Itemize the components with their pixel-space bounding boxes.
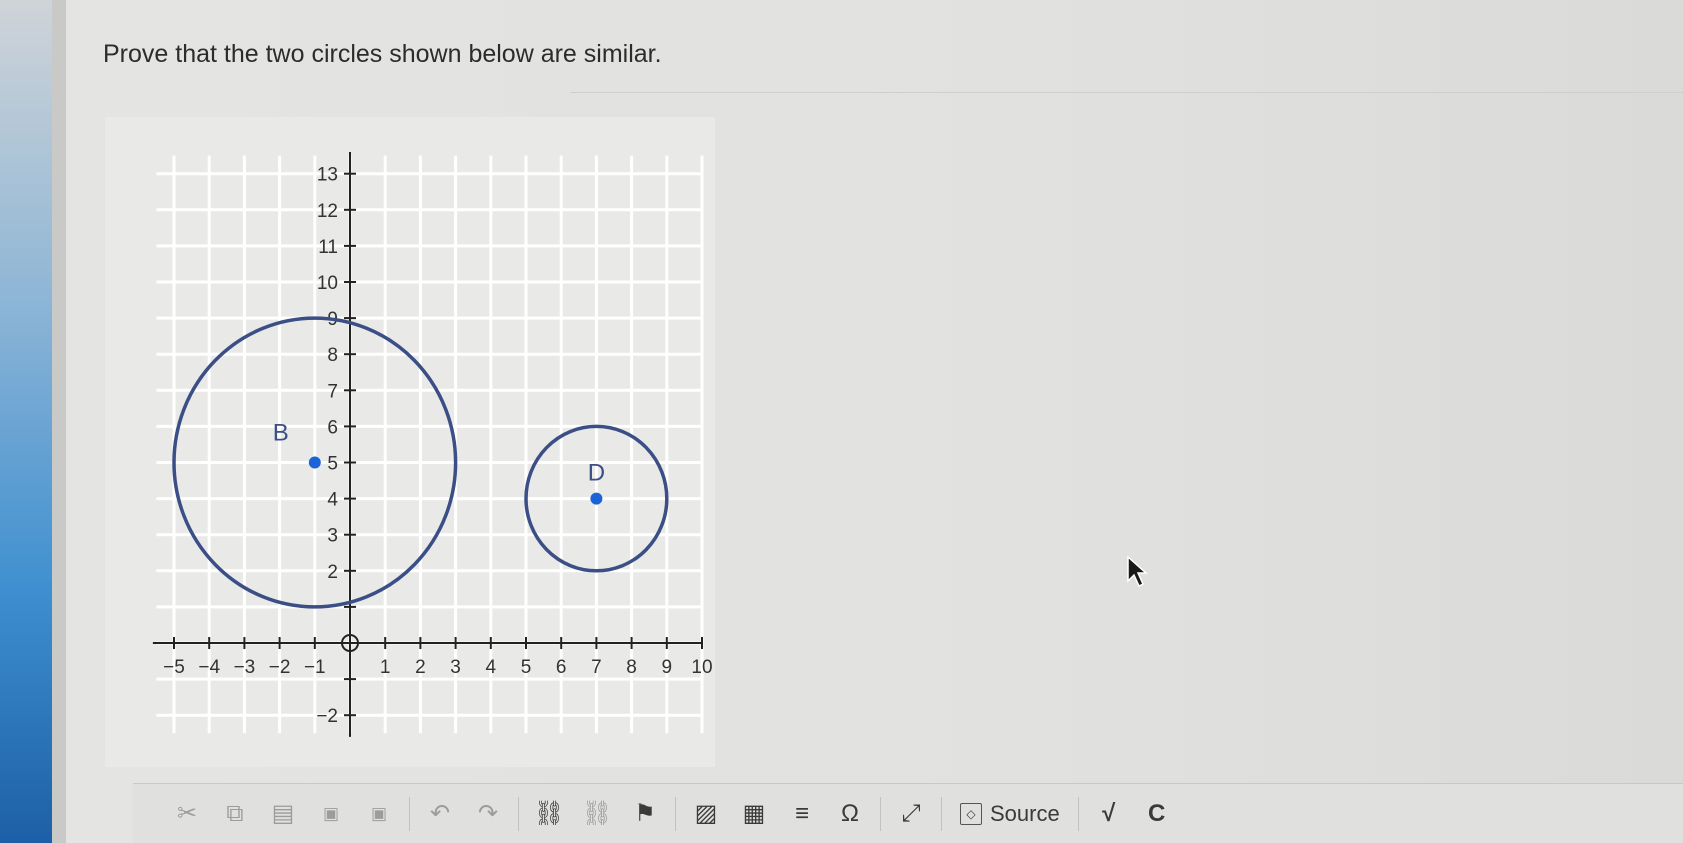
x-tick-label: 8 <box>626 657 637 678</box>
anchor-flag-icon[interactable]: ⚑ <box>621 794 669 834</box>
x-tick-label: 2 <box>415 657 426 678</box>
link-icon[interactable]: ⛓ <box>525 794 573 834</box>
x-tick-label: 6 <box>556 657 567 678</box>
cut-icon[interactable]: ✂ <box>163 794 211 834</box>
x-tick-label: −3 <box>234 657 256 678</box>
left-margin <box>52 0 66 843</box>
special-char-icon[interactable]: Ω <box>826 794 874 834</box>
x-tick-label: 10 <box>691 657 712 678</box>
graph-canvas: −5 −4 −3 −2 −1 1 2 3 4 5 6 7 8 9 10−22345678910111213B… <box>152 152 713 737</box>
redo-icon[interactable]: ↷ <box>464 794 512 834</box>
y-tick-label: 10 <box>317 273 338 294</box>
x-tick-label: 5 <box>521 657 532 678</box>
question-text: Prove that the two circles shown below a… <box>103 40 662 68</box>
circle-d-center-point <box>590 492 603 505</box>
maximize-icon[interactable]: ⤢ <box>887 794 935 834</box>
source-label: Source <box>990 800 1060 826</box>
source-button[interactable]: ◇ Source <box>948 801 1072 827</box>
coordinate-graph: −5 −4 −3 −2 −1 1 2 3 4 5 6 7 8 9 10 −2 2 3 4 5 6 7 8 9 10 11 12 13 B… <box>105 117 715 767</box>
circle-b-center-point <box>308 456 321 469</box>
unlink-icon[interactable]: ⛓ <box>573 794 621 834</box>
x-tick-label: 1 <box>380 657 391 678</box>
x-tick-label: 3 <box>450 657 461 678</box>
y-tick-label: 6 <box>327 417 338 438</box>
x-tick-label: 9 <box>662 657 673 678</box>
image-icon[interactable]: ▨ <box>682 794 730 834</box>
y-tick-label: 2 <box>327 562 338 583</box>
left-window-edge <box>0 0 52 843</box>
y-tick-label: 12 <box>317 201 338 222</box>
y-tick-label: 5 <box>327 454 338 475</box>
y-tick-label: 3 <box>327 526 338 547</box>
header-divider <box>570 92 1683 93</box>
x-tick-label: 7 <box>591 657 602 678</box>
y-tick-label: 8 <box>327 345 338 366</box>
table-icon[interactable]: ▦ <box>730 794 778 834</box>
horizontal-line-icon[interactable]: ≡ <box>778 794 826 834</box>
paste-word-icon[interactable]: ▣ <box>355 794 403 834</box>
toolbar-separator <box>675 796 676 831</box>
copy-icon[interactable]: ⧉ <box>211 794 259 834</box>
circle-b-label: B <box>273 420 289 447</box>
paste-icon[interactable]: ▤ <box>259 794 307 834</box>
math-sqrt-icon[interactable]: √ <box>1085 794 1133 834</box>
chem-c-icon[interactable]: C <box>1133 794 1181 834</box>
toolbar-separator <box>880 796 881 831</box>
x-tick-label: −4 <box>198 657 220 678</box>
y-tick-label: 11 <box>318 237 338 258</box>
toolbar-separator <box>409 796 410 831</box>
x-tick-label: 4 <box>486 657 497 678</box>
y-tick-label: 7 <box>327 381 338 402</box>
paste-text-icon[interactable]: ▣ <box>307 794 355 834</box>
x-tick-label: −1 <box>304 657 326 678</box>
x-tick-label: −5 <box>163 657 185 678</box>
y-tick-label: −2 <box>316 706 338 727</box>
circle-d-label: D <box>588 460 605 487</box>
x-tick-label: −2 <box>269 657 291 678</box>
toolbar-separator <box>1077 796 1079 831</box>
toolbar-separator <box>941 796 942 831</box>
undo-icon[interactable]: ↶ <box>416 794 464 834</box>
mouse-cursor-icon <box>1127 555 1148 588</box>
toolbar-separator <box>518 796 519 831</box>
y-tick-label: 4 <box>327 490 338 511</box>
y-tick-label: 13 <box>317 165 338 186</box>
editor-toolbar: ✂ ⧉ ▤ ▣ ▣ ↶ ↷ ⛓ ⛓ ⚑ ▨ ▦ ≡ Ω ⤢ ◇ Source √… <box>133 784 1683 843</box>
source-icon: ◇ <box>960 802 982 825</box>
